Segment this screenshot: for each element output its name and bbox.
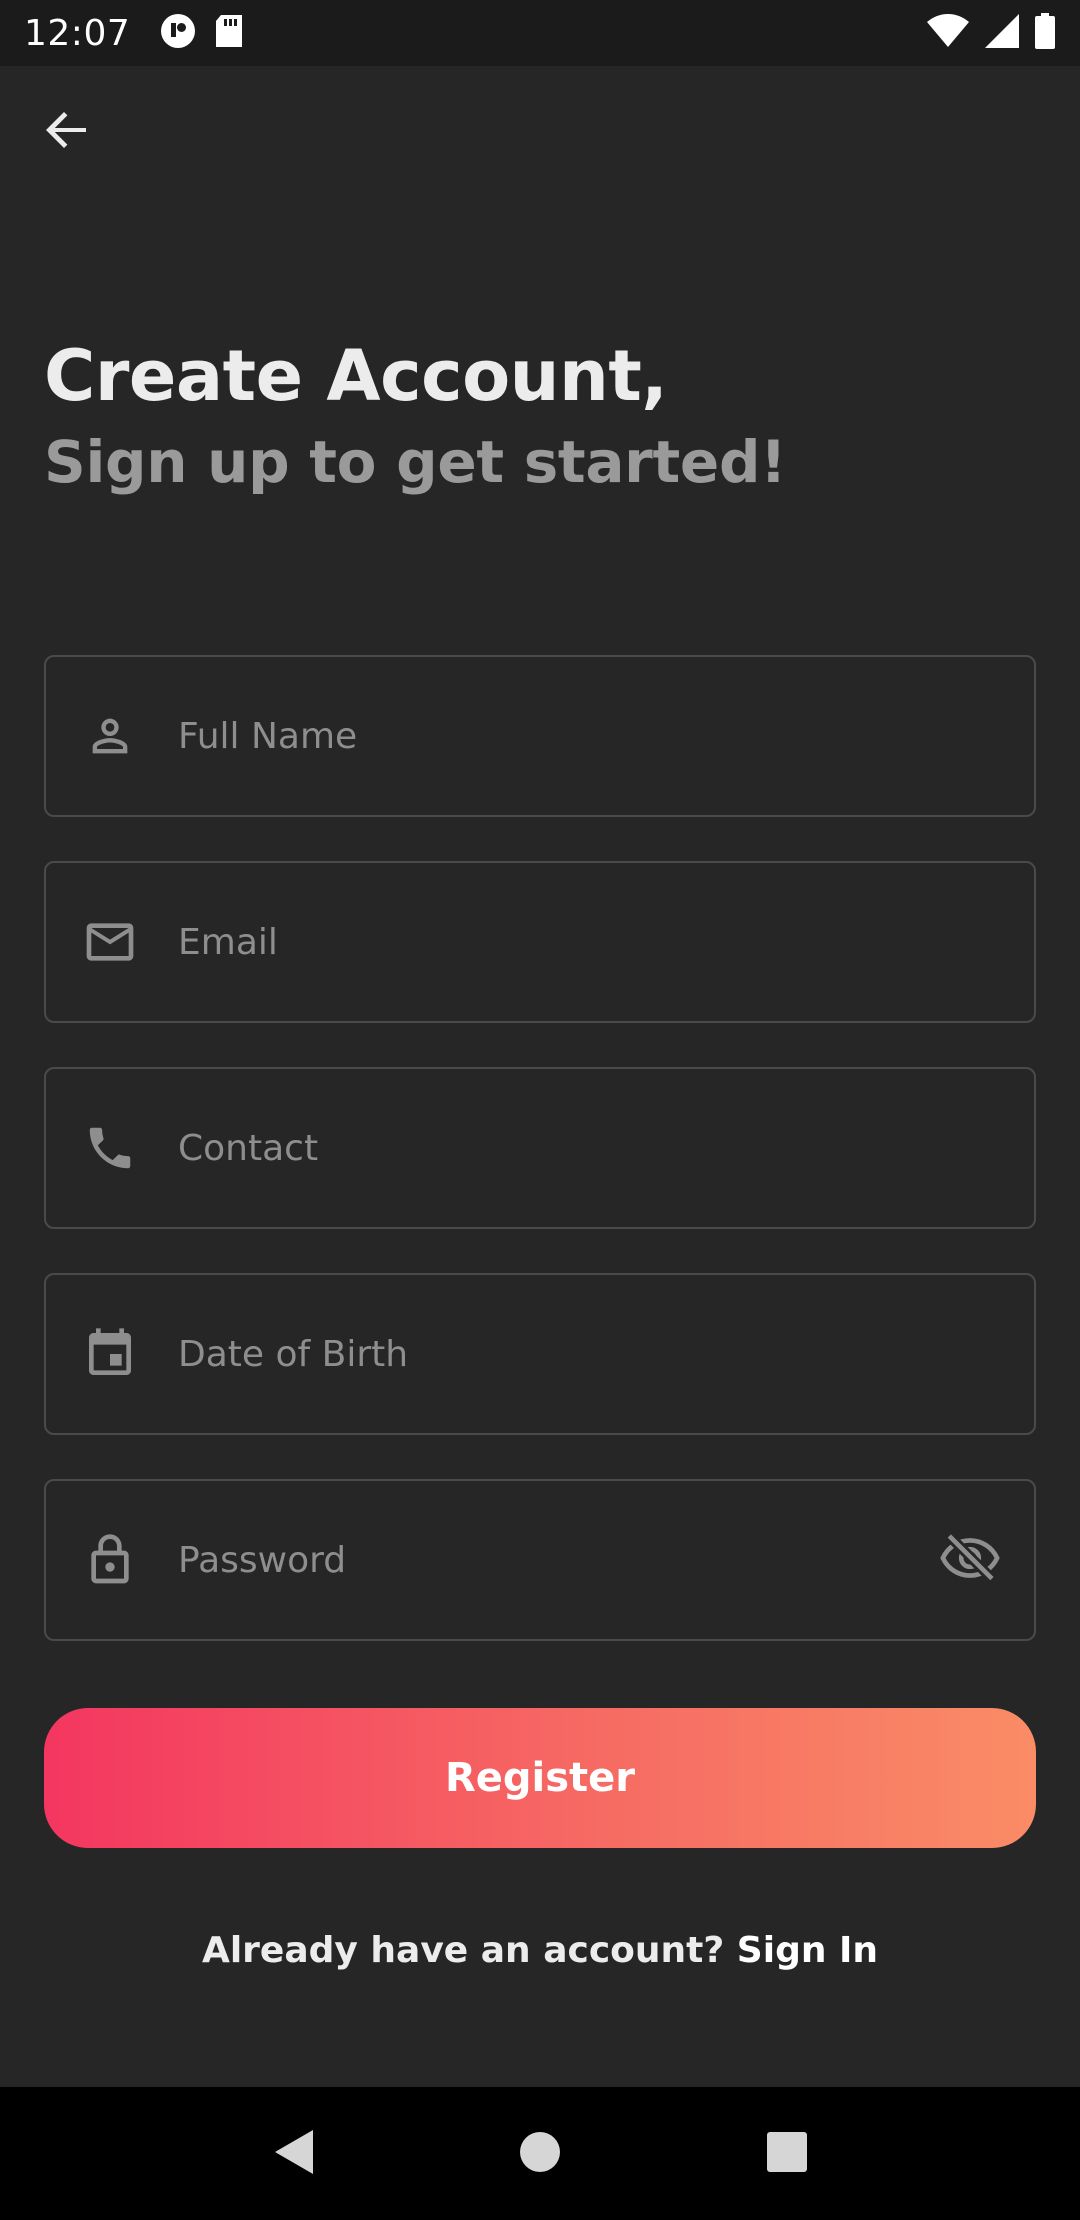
email-input[interactable] [178,863,1034,1021]
page-title: Create Account, [44,335,668,417]
status-bar: 12:07 [0,0,1080,66]
password-field[interactable] [44,1479,1036,1641]
dob-input[interactable] [178,1275,1034,1433]
wifi-icon [926,13,970,53]
page-subtitle: Sign up to get started! [44,428,787,496]
dob-field[interactable] [44,1273,1036,1435]
status-time: 12:07 [24,12,131,54]
email-field[interactable] [44,861,1036,1023]
notification-app-icon [160,13,196,53]
contact-input[interactable] [178,1069,1034,1227]
nav-back-button[interactable] [257,2118,329,2190]
nav-home-button[interactable] [504,2118,576,2190]
signin-link[interactable]: Sign In [737,1930,878,1971]
phone-icon [82,1120,138,1176]
password-visibility-toggle[interactable] [934,1524,1006,1596]
nav-recents-icon [766,2131,808,2177]
eye-off-icon [939,1527,1001,1593]
battery-icon [1034,13,1056,53]
back-button[interactable] [30,96,102,168]
password-input[interactable] [178,1481,934,1639]
arrow-left-icon [42,106,90,158]
lock-icon [82,1532,138,1588]
sd-card-icon [214,14,244,52]
nav-back-icon [271,2128,315,2180]
signin-prompt-line: Already have an account? Sign In [0,1930,1080,1971]
register-button[interactable]: Register [44,1708,1036,1848]
full-name-field[interactable] [44,655,1036,817]
contact-field[interactable] [44,1067,1036,1229]
mail-icon [82,914,138,970]
nav-home-icon [519,2131,561,2177]
nav-recents-button[interactable] [751,2118,823,2190]
full-name-input[interactable] [178,657,1034,815]
system-nav-bar [0,2087,1080,2220]
calendar-icon [82,1326,138,1382]
person-icon [82,708,138,764]
signin-prompt-text: Already have an account? [201,1930,725,1971]
cellular-signal-icon [984,13,1020,53]
